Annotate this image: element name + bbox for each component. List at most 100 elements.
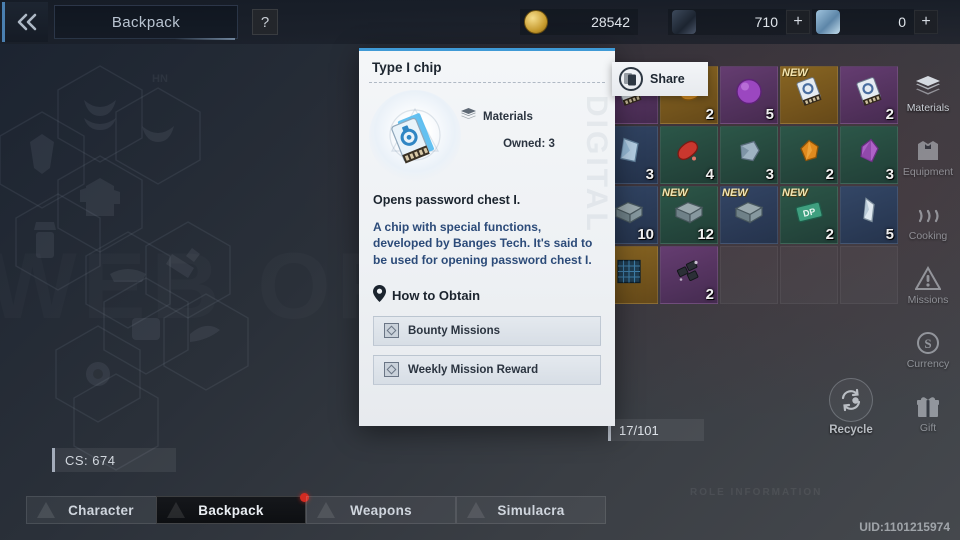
item-detail-dialog: DIGITAL Type I chip Materials Owned: 3 O… [359,48,615,426]
new-badge: NEW [722,187,748,199]
inventory-item-slot[interactable]: 5 [840,186,898,244]
page-title: Backpack [54,5,238,40]
inventory-item-slot[interactable]: 3 [720,126,778,184]
dialog-header: Materials Owned: 3 [359,83,615,186]
add-blue-crystal-button[interactable]: + [914,10,938,34]
currency-gold: 28542 [520,8,638,36]
blue-shard-icon [612,134,646,173]
inventory-slot-empty[interactable] [840,246,898,304]
inventory-item-slot[interactable]: NEW 12 [660,186,718,244]
svg-text:HN: HN [152,73,168,85]
grid-cube-icon [612,254,646,293]
chip-card-icon [852,74,886,113]
inventory-item-slot[interactable]: DP NEW 2 [780,186,838,244]
tab-label: Backpack [198,502,264,518]
inventory-item-slot[interactable]: NEW [780,66,838,124]
tab-simulacra[interactable]: Simulacra [456,496,606,524]
cooking-icon [915,202,941,228]
new-badge: NEW [782,67,808,79]
plus-icon: + [921,13,931,30]
item-count: 2 [705,106,714,123]
chip-card-icon [792,74,826,113]
inventory-slot-empty[interactable] [780,246,838,304]
inventory-item-slot[interactable]: 2 [780,126,838,184]
item-count: 2 [825,226,834,243]
triangle-icon [37,502,55,518]
sidebar-item-cooking[interactable]: Cooking [896,190,960,254]
black-chips-icon [672,254,706,293]
combat-score-plate: CS: 674 [52,448,176,472]
sidebar-item-label: Materials [906,102,950,114]
item-count: 2 [885,106,894,123]
double-chevron-left-icon [14,12,40,32]
sidebar-item-label: Cooking [908,230,948,242]
inventory-item-slot[interactable]: 3 [840,126,898,184]
inventory-item-slot[interactable]: 4 [660,126,718,184]
inventory-item-slot[interactable]: 2 [660,246,718,304]
orange-gem-icon [792,134,826,173]
sidebar-item-materials[interactable]: Materials [896,62,960,126]
item-count: 3 [885,166,894,183]
item-count: 2 [705,286,714,303]
triangle-icon [467,502,485,518]
grey-stone-icon [732,134,766,173]
combat-score-value: CS: 674 [65,452,116,468]
category-sidebar: Materials Equipment Cooking Missions S Curren… [896,62,960,446]
help-icon: ? [260,13,270,31]
tab-backpack[interactable]: Backpack [156,493,309,524]
recycle-button[interactable]: Recycle [820,378,882,436]
tab-weapons[interactable]: Weapons [306,496,456,524]
mission-scroll-icon [384,323,399,339]
item-count: 3 [645,166,654,183]
game-screen: HN WEB OF CS: 674 25NEW23432310NEW12NEWD… [0,0,960,540]
help-button[interactable]: ? [252,9,278,35]
white-crystal-icon [852,194,886,233]
back-button[interactable] [2,2,48,42]
item-count: 3 [765,166,774,183]
red-gem-icon [672,134,706,173]
sidebar-item-label: Missions [907,294,949,306]
layers-icon [461,108,476,126]
mission-icon [914,265,942,292]
share-button[interactable]: Share [612,62,708,96]
item-effect-text: Opens password chest I. [373,193,521,207]
item-count: 12 [697,226,714,243]
inventory-item-slot[interactable]: NEW [720,186,778,244]
gift-icon [915,394,941,420]
item-meta: Materials Owned: 3 [461,90,603,182]
new-badge: NEW [782,187,808,199]
armor-icon [915,138,941,164]
sidebar-item-gift[interactable]: Gift [896,382,960,446]
page-title-text: Backpack [111,13,181,31]
inventory-item-slot[interactable]: 5 [720,66,778,124]
dark-crystal-value: 710 [754,14,778,30]
item-count: 10 [637,226,654,243]
mission-scroll-icon [384,362,399,378]
sidebar-item-currency[interactable]: S Currency [896,318,960,382]
currency-dark-crystal: 710 + [668,8,810,36]
share-label: Share [650,72,685,86]
add-dark-crystal-button[interactable]: + [786,10,810,34]
bottom-tab-bar: Character Backpack Weapons Simulacra [0,488,960,540]
recycle-icon [829,378,873,422]
gold-coin-icon [524,10,548,34]
obtain-source-item[interactable]: Bounty Missions [373,315,601,346]
sidebar-item-missions[interactable]: Missions [896,254,960,318]
tab-label: Simulacra [497,502,565,518]
inventory-item-slot[interactable]: 2 [840,66,898,124]
obtain-source-item[interactable]: Weekly Mission Reward [373,354,601,385]
sidebar-item-label: Equipment [902,166,954,178]
chip-card-icon [389,107,441,164]
svg-text:S: S [924,336,931,351]
crate-icon [732,194,766,233]
dialog-body: Opens password chest I. A chip with spec… [359,186,615,385]
triangle-icon [317,502,335,518]
item-count: 5 [765,106,774,123]
inventory-slot-empty[interactable] [720,246,778,304]
layers-icon [915,74,941,100]
tab-character[interactable]: Character [26,496,176,524]
sidebar-item-equipment[interactable]: Equipment [896,126,960,190]
inventory-page-plate: 17/101 [608,419,704,441]
item-category-row: Materials [461,108,603,126]
recycle-label: Recycle [829,424,873,436]
